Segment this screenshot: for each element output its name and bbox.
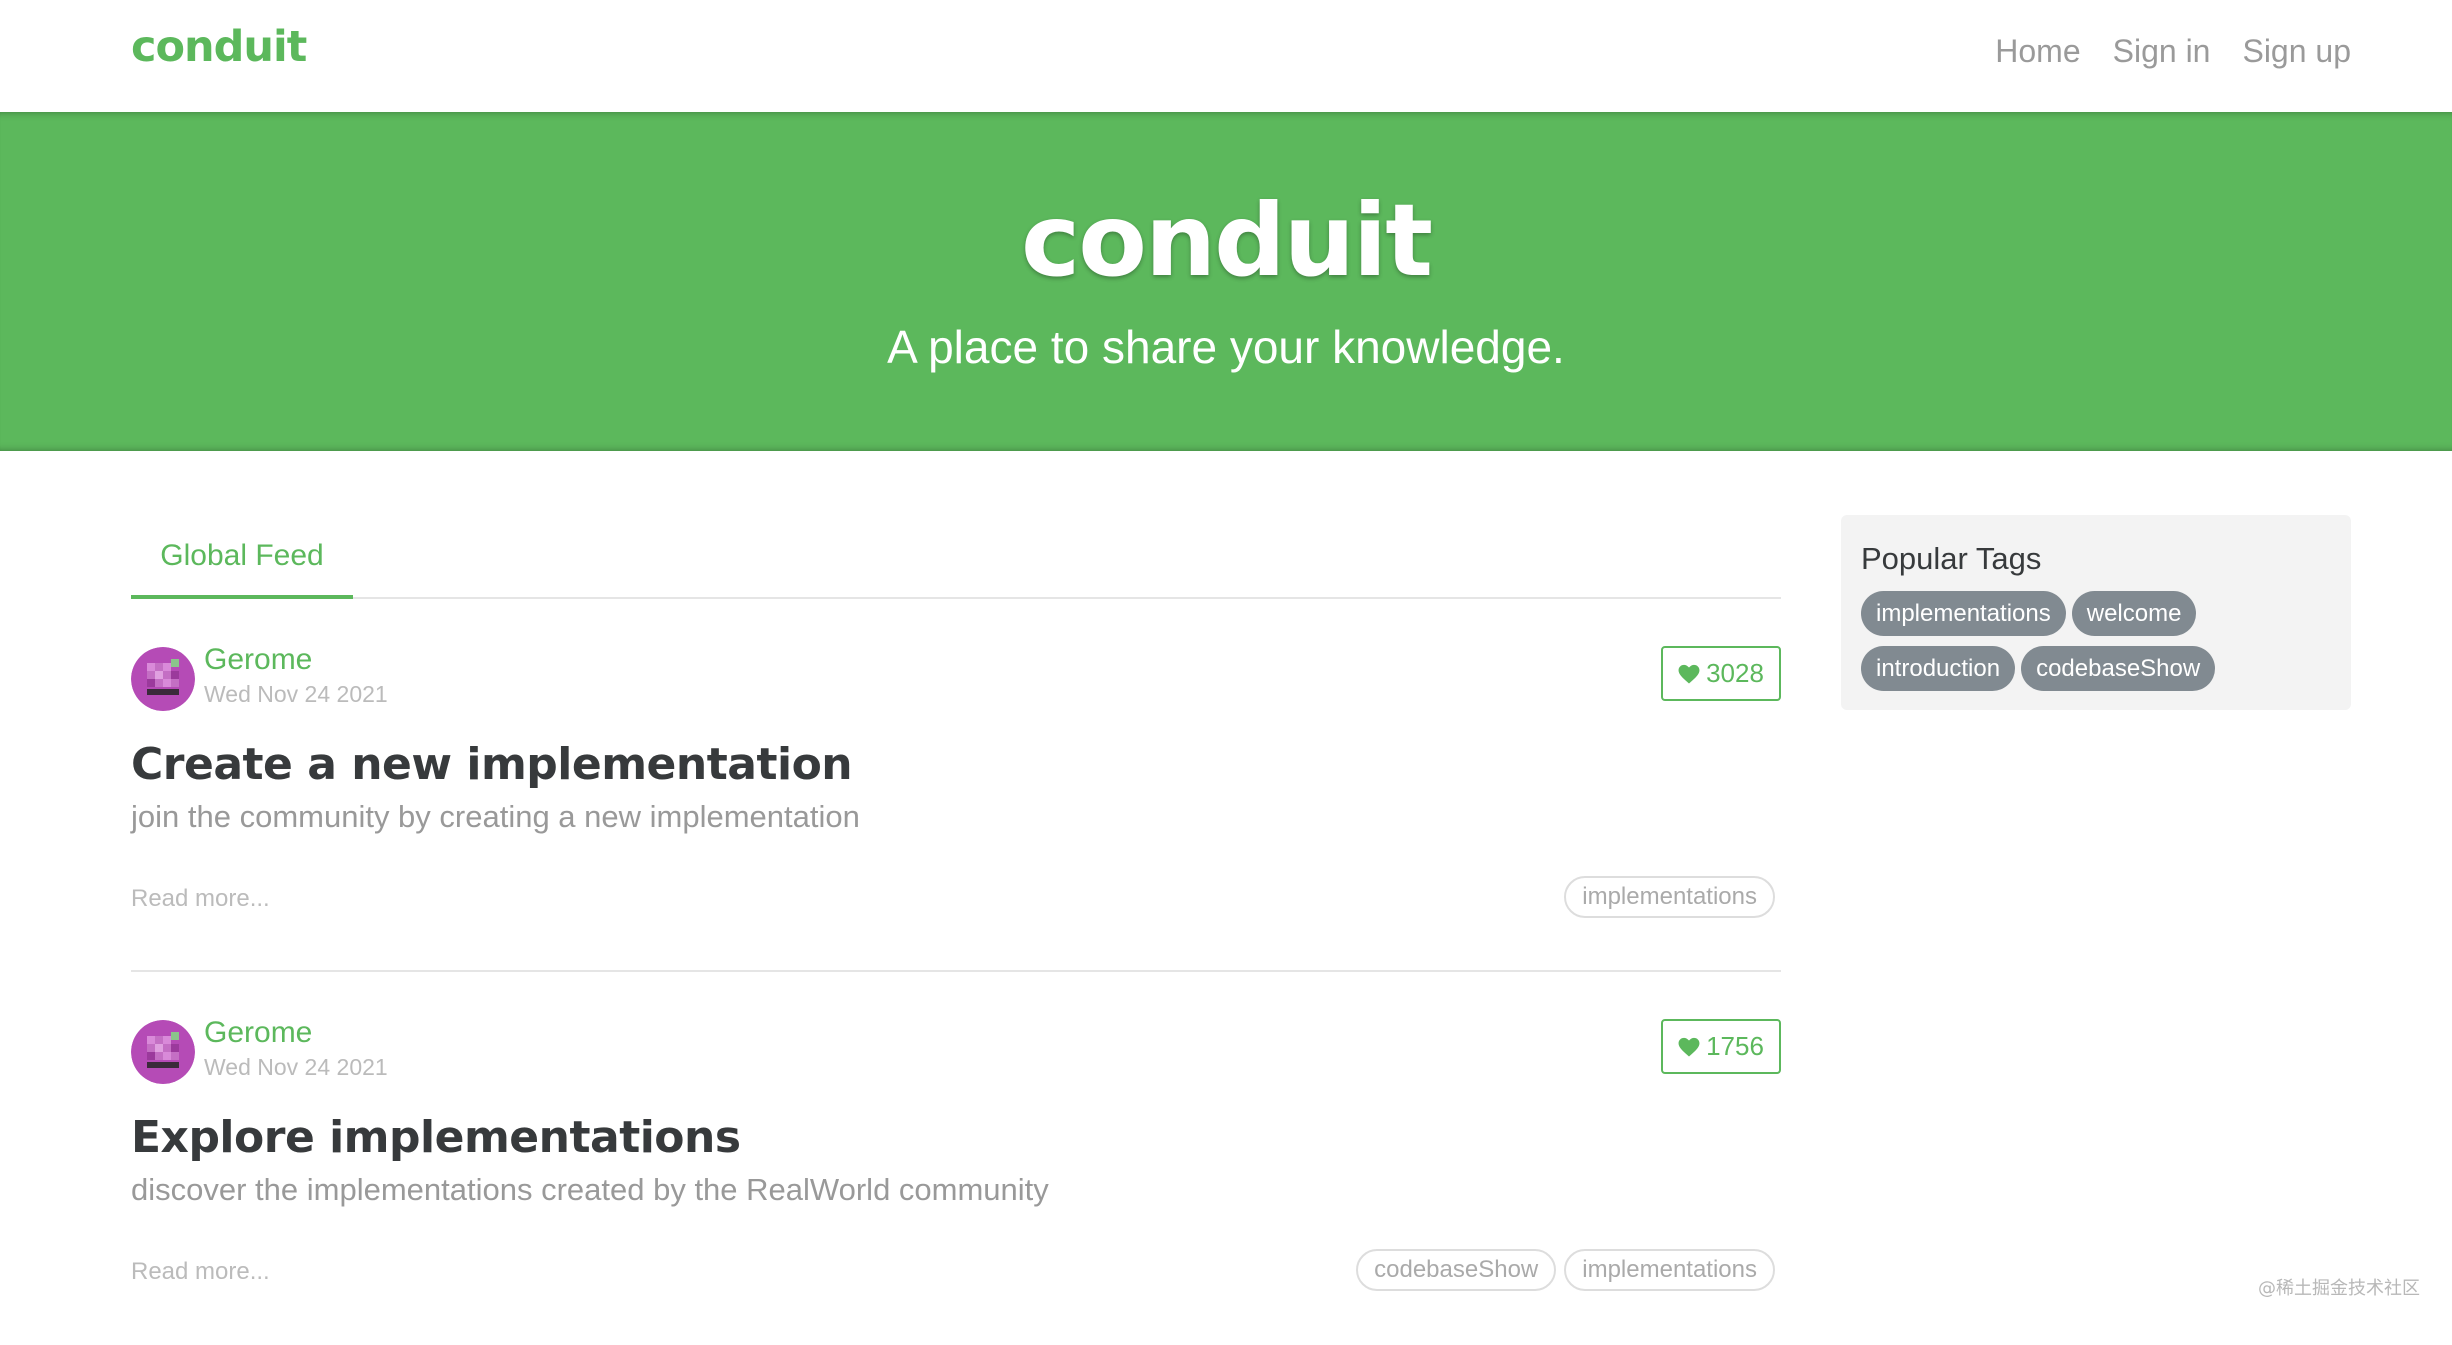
sidebar-title: Popular Tags [1861,541,2042,576]
article-description[interactable]: join the community by creating a new imp… [131,799,860,835]
nav-link-sign-up[interactable]: Sign up [2242,33,2351,70]
sidebar-tag-list: implementations welcome introduction cod… [1861,591,2281,691]
navbar: conduit Home Sign in Sign up [0,0,2452,112]
tab-global-feed[interactable]: Global Feed [131,516,353,599]
brand-logo[interactable]: conduit [131,22,307,72]
article-tag[interactable]: implementations [1564,1249,1775,1291]
tag-pill-codebaseshow[interactable]: codebaseShow [2021,646,2216,691]
nav-links: Home Sign in Sign up [1995,33,2351,70]
article-tag[interactable]: implementations [1564,876,1775,918]
article-tag[interactable]: codebaseShow [1356,1249,1557,1291]
tag-pill-implementations[interactable]: implementations [1861,591,2066,636]
heart-icon [1678,664,1700,684]
article-preview: Gerome Wed Nov 24 2021 1756 Explore impl… [131,972,1781,1345]
nav-link-sign-in[interactable]: Sign in [2113,33,2211,70]
hero-banner: conduit A place to share your knowledge. [0,112,2452,451]
favorite-button[interactable]: 1756 [1661,1019,1781,1074]
heart-icon [1678,1037,1700,1057]
watermark: @稀土掘金技术社区 [2258,1278,2420,1299]
banner-subtitle: A place to share your knowledge. [887,321,1565,373]
article-date: Wed Nov 24 2021 [204,1054,388,1080]
banner-title: conduit [1020,182,1433,299]
avatar[interactable] [131,1020,195,1084]
favorite-count: 1756 [1706,1031,1764,1061]
read-more-link[interactable]: Read more... [131,885,270,913]
popular-tags-sidebar: Popular Tags implementations welcome int… [1841,515,2351,710]
article-title[interactable]: Explore implementations [131,1112,741,1163]
article-date: Wed Nov 24 2021 [204,681,388,707]
favorite-count: 3028 [1706,658,1764,688]
feed-tabs: Global Feed [131,516,1781,599]
article-description[interactable]: discover the implementations created by … [131,1172,1049,1208]
article-tag-list: codebaseShow implementations [1356,1249,1775,1291]
tag-pill-introduction[interactable]: introduction [1861,646,2016,691]
favorite-button[interactable]: 3028 [1661,646,1781,701]
author-link[interactable]: Gerome [204,643,312,677]
article-feed: Global Feed Gerome Wed Nov 24 2021 3028 … [131,516,1781,1345]
tag-pill-welcome[interactable]: welcome [2071,591,2197,636]
nav-link-home[interactable]: Home [1995,33,2080,70]
author-link[interactable]: Gerome [204,1016,312,1050]
article-tag-list: implementations [1564,876,1775,918]
read-more-link[interactable]: Read more... [131,1258,270,1286]
avatar[interactable] [131,647,195,711]
article-title[interactable]: Create a new implementation [131,739,853,790]
article-preview: Gerome Wed Nov 24 2021 3028 Create a new… [131,599,1781,972]
